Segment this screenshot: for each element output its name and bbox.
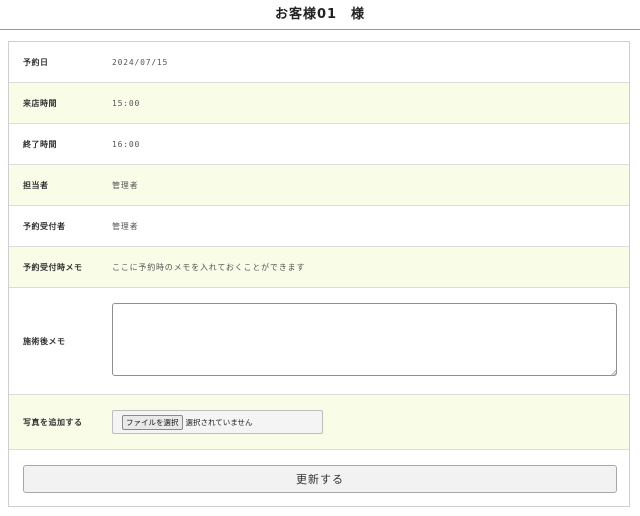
row-label: 来店時間 <box>23 98 57 108</box>
row-reservation-date: 予約日 2024/07/15 <box>9 42 629 83</box>
end-time-value: 16:00 <box>112 139 141 149</box>
visit-time-value: 15:00 <box>112 98 141 108</box>
row-label: 施術後メモ <box>23 336 66 346</box>
resize-grip-icon[interactable] <box>610 369 617 376</box>
row-label: 予約受付時メモ <box>23 262 83 272</box>
file-status-text: 選択されていません <box>185 417 253 427</box>
row-label: 写真を追加する <box>23 417 83 427</box>
reservation-detail-card: 予約日 2024/07/15 来店時間 15:00 終了時間 16:00 担当者… <box>8 41 630 507</box>
staff-value: 管理者 <box>112 180 139 190</box>
choose-file-button[interactable]: ファイルを選択 <box>122 414 183 430</box>
row-visit-time: 来店時間 15:00 <box>9 83 629 124</box>
row-label: 予約受付者 <box>23 221 66 231</box>
row-add-photo: 写真を追加する ファイルを選択 選択されていません <box>9 395 629 450</box>
page-title: お客様01 様 <box>274 7 366 22</box>
row-label: 予約日 <box>23 57 49 67</box>
title-divider <box>0 29 640 30</box>
photo-file-input[interactable]: ファイルを選択 選択されていません <box>112 410 323 434</box>
row-label: 担当者 <box>23 180 49 190</box>
update-button[interactable]: 更新する <box>23 465 617 493</box>
treatment-memo-textarea[interactable] <box>112 303 617 376</box>
row-end-time: 終了時間 16:00 <box>9 124 629 165</box>
row-receptionist: 予約受付者 管理者 <box>9 206 629 247</box>
reservation-memo-value: ここに予約時のメモを入れておくことができます <box>112 262 306 272</box>
receptionist-value: 管理者 <box>112 221 139 231</box>
row-label: 終了時間 <box>23 139 57 149</box>
row-treatment-memo: 施術後メモ <box>9 288 629 395</box>
row-reservation-memo: 予約受付時メモ ここに予約時のメモを入れておくことができます <box>9 247 629 288</box>
reservation-date-value: 2024/07/15 <box>112 57 169 67</box>
row-staff: 担当者 管理者 <box>9 165 629 206</box>
